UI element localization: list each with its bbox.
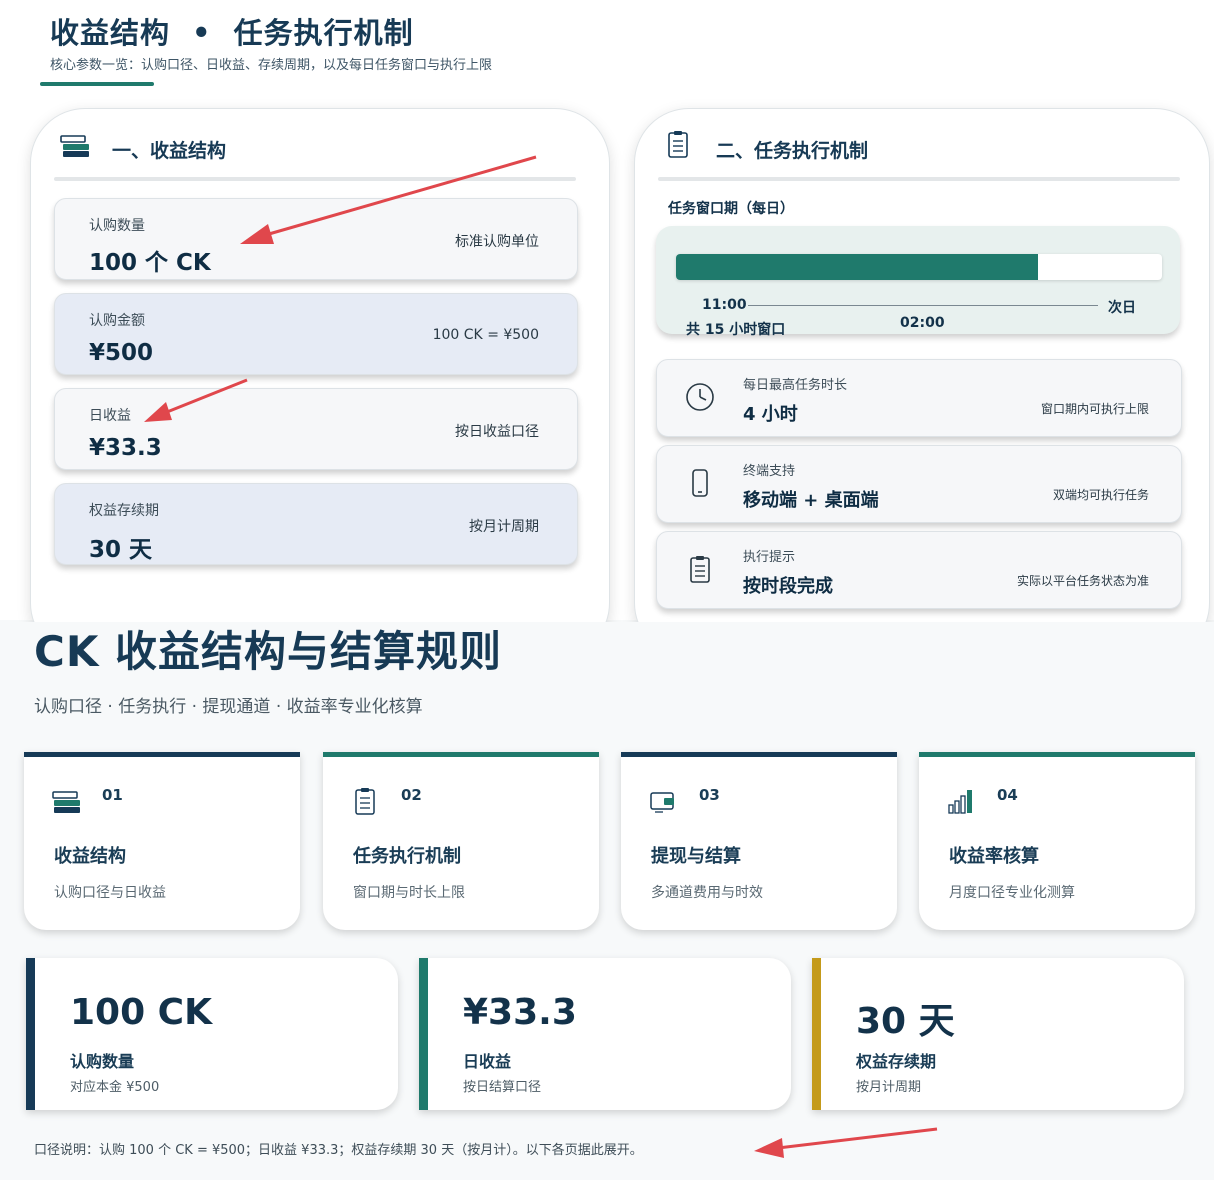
- card-number: 01: [102, 786, 123, 804]
- row-value: 30 天: [89, 537, 153, 563]
- top-subtitle: 核心参数一览：认购口径、日收益、存续周期，以及每日任务窗口与执行上限: [50, 58, 493, 73]
- stat-value: 100 CK: [70, 992, 212, 1033]
- row-label: 认购金额: [89, 313, 145, 329]
- task-row-devices: 终端支持 移动端 + 桌面端 双端均可执行任务: [656, 445, 1182, 523]
- timeline-total: 共 15 小时窗口: [686, 322, 786, 338]
- task-row-tips: 执行提示 按时段完成 实际以平台任务状态为准: [656, 531, 1182, 609]
- stat-card-quantity: 100 CK 认购数量 对应本金 ¥500: [26, 958, 398, 1110]
- card-title: 收益结构: [54, 846, 126, 867]
- row-value: ¥500: [89, 340, 154, 366]
- task-label: 执行提示: [743, 550, 796, 565]
- card-number: 02: [401, 786, 422, 804]
- wallet-icon: [650, 792, 674, 813]
- top-title-a: 收益结构: [50, 16, 171, 50]
- timeline-fill: [676, 254, 1039, 280]
- income-row-amount: 认购金额 ¥500 100 CK = ¥500: [54, 293, 578, 375]
- stat-accent-bar: [26, 958, 35, 1110]
- title-underline: [40, 82, 154, 86]
- stat-card-daily: ¥33.3 日收益 按日结算口径: [419, 958, 791, 1110]
- task-label: 终端支持: [743, 464, 796, 479]
- stack-icon: [60, 135, 89, 157]
- income-row-quantity: 认购数量 100 个 CK 标准认购单位: [54, 198, 578, 280]
- top-title-b: 任务执行机制: [233, 16, 414, 50]
- card-description: 多通道费用与时效: [651, 885, 763, 901]
- main-title: CK 收益结构与结算规则: [34, 627, 502, 676]
- card-accent-bar: [919, 752, 1195, 757]
- nav-card-tasks[interactable]: 02 任务执行机制 窗口期与时长上限: [323, 752, 599, 930]
- card-description: 月度口径专业化测算: [949, 885, 1075, 901]
- stat-subtext: 按日结算口径: [463, 1080, 542, 1095]
- top-title-separator: •: [192, 16, 212, 50]
- timeline-track: [676, 254, 1162, 280]
- stat-label: 日收益: [463, 1052, 512, 1071]
- nav-card-yield[interactable]: 04 收益率核算 月度口径专业化测算: [919, 752, 1195, 930]
- nav-card-income[interactable]: 01 收益结构 认购口径与日收益: [24, 752, 300, 930]
- main-subtitle: 认购口径 · 任务执行 · 提现通道 · 收益率专业化核算: [34, 697, 423, 717]
- income-divider: [54, 177, 576, 181]
- task-heading: 二、任务执行机制: [716, 140, 869, 162]
- card-accent-bar: [24, 752, 300, 757]
- task-value: 移动端 + 桌面端: [743, 490, 879, 511]
- row-label: 权益存续期: [89, 503, 159, 519]
- task-row-duration: 每日最高任务时长 4 小时 窗口期内可执行上限: [656, 359, 1182, 437]
- stat-label: 认购数量: [70, 1052, 135, 1071]
- task-divider: [658, 177, 1180, 181]
- income-heading: 一、收益结构: [112, 140, 227, 162]
- task-note: 双端均可执行任务: [1052, 488, 1149, 502]
- row-note: 按日收益口径: [455, 424, 539, 440]
- stat-value: 30 天: [856, 1001, 955, 1042]
- row-note: 标准认购单位: [455, 234, 539, 250]
- top-title: 收益结构 • 任务执行机制: [50, 10, 414, 52]
- income-row-daily: 日收益 ¥33.3 按日收益口径: [54, 388, 578, 470]
- window-label: 任务窗口期（每日）: [668, 201, 794, 217]
- card-number: 04: [997, 786, 1018, 804]
- stat-value: ¥33.3: [463, 992, 577, 1033]
- row-note: 100 CK = ¥500: [432, 327, 539, 343]
- nav-card-withdraw[interactable]: 03 提现与结算 多通道费用与时效: [621, 752, 897, 930]
- stat-accent-bar: [812, 958, 821, 1110]
- clock-icon: [686, 383, 714, 411]
- row-value: ¥33.3: [89, 435, 162, 461]
- row-label: 认购数量: [89, 218, 145, 234]
- task-value: 4 小时: [743, 404, 798, 425]
- footnote: 口径说明：认购 100 个 CK = ¥500；日收益 ¥33.3；权益存续期 …: [34, 1143, 643, 1158]
- income-panel: [30, 108, 610, 658]
- stat-subtext: 对应本金 ¥500: [70, 1080, 160, 1095]
- card-description: 窗口期与时长上限: [353, 885, 465, 901]
- checklist-icon: [355, 788, 375, 815]
- timeline-next-day: 次日: [1108, 300, 1136, 316]
- bar-chart-icon: [948, 790, 972, 814]
- task-label: 每日最高任务时长: [743, 378, 848, 393]
- card-description: 认购口径与日收益: [54, 885, 166, 901]
- stat-subtext: 按月计周期: [856, 1080, 922, 1095]
- row-label: 日收益: [89, 408, 131, 424]
- card-number: 03: [699, 786, 720, 804]
- stat-accent-bar: [419, 958, 428, 1110]
- card-title: 收益率核算: [949, 846, 1039, 867]
- checklist-icon: [668, 131, 688, 158]
- timeline-end: 02:00: [900, 315, 945, 331]
- card-accent-bar: [323, 752, 599, 757]
- card-title: 提现与结算: [651, 846, 741, 867]
- task-note: 窗口期内可执行上限: [1040, 402, 1149, 416]
- checklist-icon: [690, 556, 710, 583]
- timeline-line: [748, 305, 1098, 306]
- card-title: 任务执行机制: [353, 846, 461, 867]
- row-note: 按月计周期: [469, 519, 539, 535]
- stat-card-term: 30 天 权益存续期 按月计周期: [812, 958, 1184, 1110]
- timeline-card: 11:00 次日 共 15 小时窗口 02:00: [656, 226, 1180, 338]
- stat-label: 权益存续期: [856, 1052, 937, 1071]
- task-note: 实际以平台任务状态为准: [1016, 574, 1149, 588]
- row-value: 100 个 CK: [89, 250, 211, 276]
- task-value: 按时段完成: [743, 576, 833, 597]
- phone-icon: [692, 469, 708, 497]
- card-accent-bar: [621, 752, 897, 757]
- stack-icon: [52, 791, 80, 813]
- income-row-term: 权益存续期 30 天 按月计周期: [54, 483, 578, 565]
- timeline-start: 11:00: [702, 297, 747, 313]
